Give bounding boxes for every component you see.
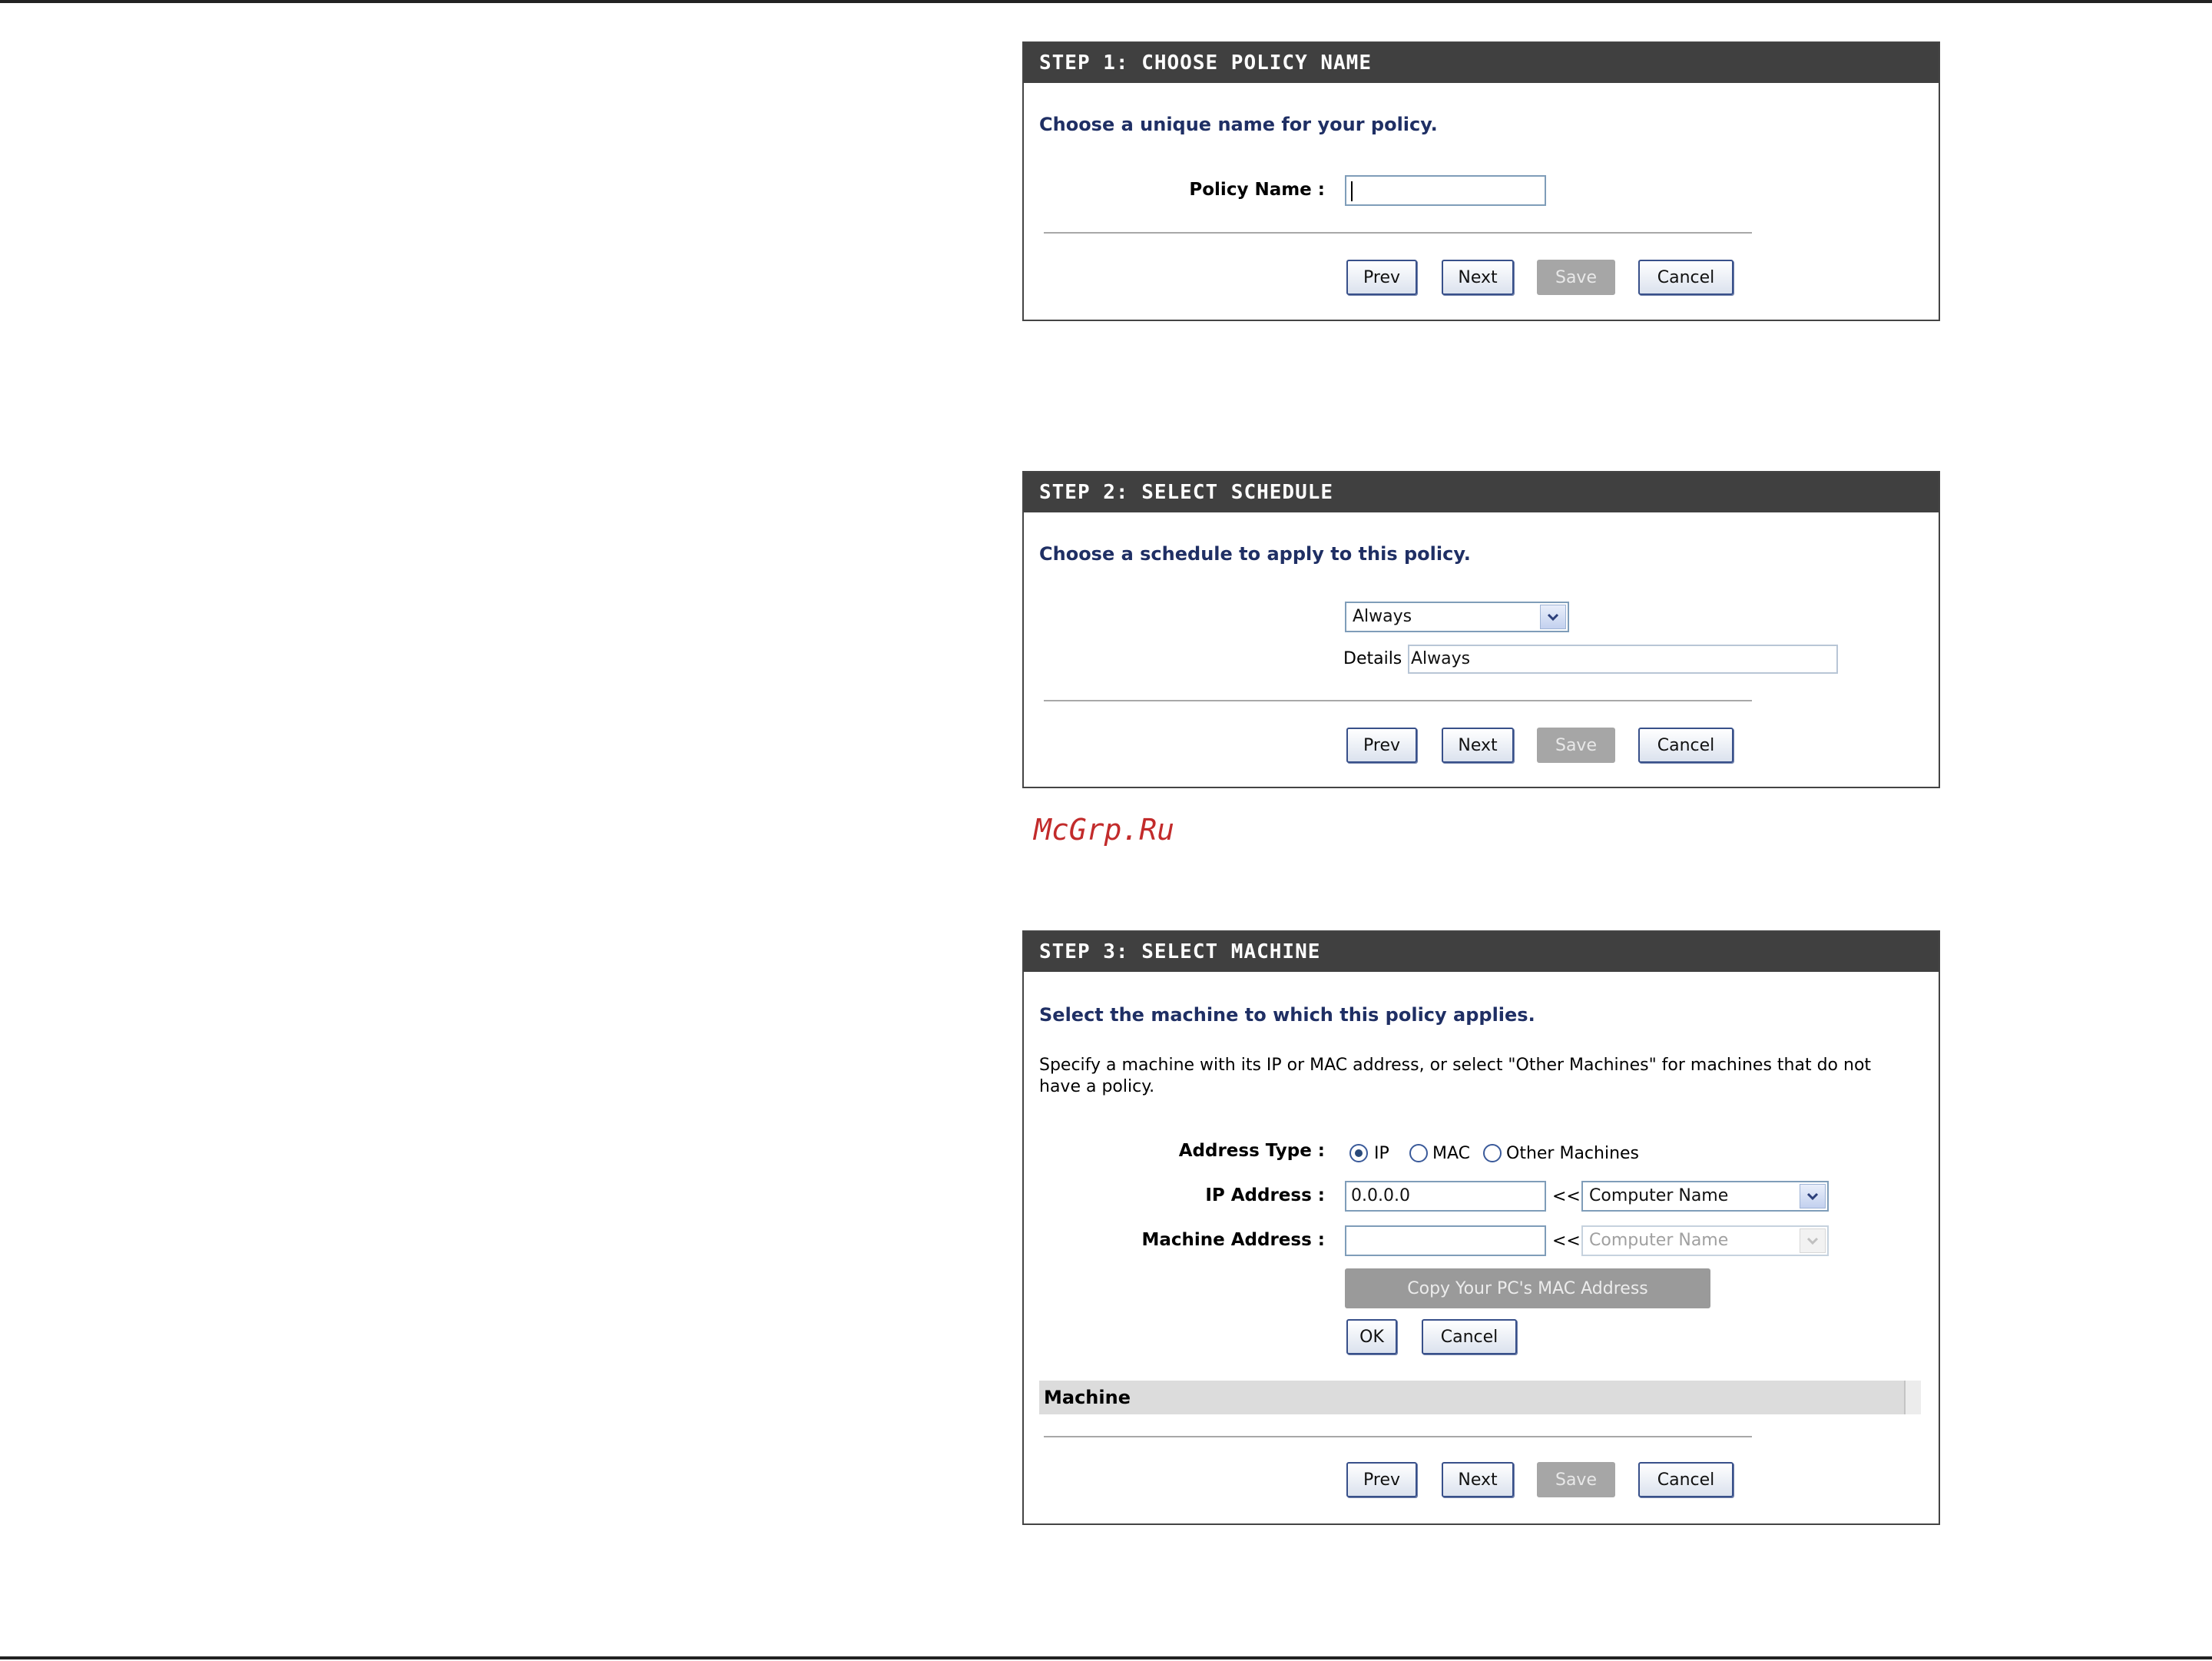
save-button[interactable]: Save bbox=[1537, 260, 1615, 295]
step1-intro: Choose a unique name for your policy. bbox=[1039, 114, 1438, 135]
bottom-rule bbox=[0, 1656, 2212, 1659]
step3-header: STEP 3: SELECT MACHINE bbox=[1024, 932, 1939, 972]
ip-address-label: IP Address : bbox=[1205, 1185, 1325, 1205]
chevron-down-icon bbox=[1800, 1228, 1826, 1253]
next-button[interactable]: Next bbox=[1442, 260, 1514, 295]
machine-address-label: Machine Address : bbox=[1141, 1230, 1325, 1250]
policy-name-label: Policy Name : bbox=[1189, 180, 1325, 200]
prev-button[interactable]: Prev bbox=[1346, 728, 1417, 763]
policy-name-input[interactable] bbox=[1345, 175, 1546, 206]
details-label: Details : bbox=[1343, 649, 1413, 668]
address-type-ip-radio[interactable] bbox=[1349, 1144, 1368, 1162]
details-field: Always bbox=[1408, 645, 1838, 674]
step2-intro: Choose a schedule to apply to this polic… bbox=[1039, 543, 1471, 565]
address-type-ip-label: IP bbox=[1374, 1144, 1389, 1163]
cancel-button[interactable]: Cancel bbox=[1638, 1462, 1734, 1497]
step3-divider bbox=[1044, 1436, 1752, 1437]
step3-panel: STEP 3: SELECT MACHINE Select the machin… bbox=[1022, 930, 1940, 1525]
next-button[interactable]: Next bbox=[1442, 1462, 1514, 1497]
address-type-other-label: Other Machines bbox=[1506, 1144, 1640, 1163]
ip-computer-name-value: Computer Name bbox=[1589, 1186, 1729, 1205]
ok-button[interactable]: OK bbox=[1346, 1319, 1397, 1354]
address-type-other-radio[interactable] bbox=[1483, 1144, 1502, 1162]
copy-mac-address-button[interactable]: Copy Your PC's MAC Address bbox=[1345, 1268, 1710, 1308]
address-type-mac-label: MAC bbox=[1432, 1144, 1471, 1163]
table-scrollbar[interactable] bbox=[1904, 1381, 1921, 1414]
chevron-down-icon[interactable] bbox=[1540, 605, 1566, 629]
ip-copy-arrow: << bbox=[1552, 1187, 1581, 1206]
step1-header: STEP 1: CHOOSE POLICY NAME bbox=[1024, 43, 1939, 83]
machine-address-input[interactable] bbox=[1345, 1225, 1546, 1256]
machine-computer-name-select[interactable]: Computer Name bbox=[1581, 1225, 1829, 1256]
cancel-button[interactable]: Cancel bbox=[1638, 728, 1734, 763]
schedule-select[interactable]: Always bbox=[1345, 602, 1569, 632]
prev-button[interactable]: Prev bbox=[1346, 1462, 1417, 1497]
machine-copy-arrow: << bbox=[1552, 1232, 1581, 1251]
address-type-label: Address Type : bbox=[1178, 1141, 1325, 1161]
step1-panel: STEP 1: CHOOSE POLICY NAME Choose a uniq… bbox=[1022, 41, 1940, 321]
prev-button[interactable]: Prev bbox=[1346, 260, 1417, 295]
ip-address-input[interactable]: 0.0.0.0 bbox=[1345, 1181, 1546, 1212]
step3-intro: Select the machine to which this policy … bbox=[1039, 1004, 1535, 1026]
step1-divider bbox=[1044, 232, 1752, 234]
chevron-down-icon[interactable] bbox=[1800, 1184, 1826, 1208]
step2-header: STEP 2: SELECT SCHEDULE bbox=[1024, 472, 1939, 512]
text-caret bbox=[1351, 181, 1353, 201]
radio-selected-dot bbox=[1355, 1149, 1363, 1157]
next-button[interactable]: Next bbox=[1442, 728, 1514, 763]
ip-address-value: 0.0.0.0 bbox=[1351, 1186, 1410, 1205]
details-value: Always bbox=[1411, 649, 1471, 668]
address-type-mac-radio[interactable] bbox=[1409, 1144, 1428, 1162]
step2-divider bbox=[1044, 700, 1752, 701]
step3-description: Specify a machine with its IP or MAC add… bbox=[1039, 1056, 1872, 1096]
schedule-select-value: Always bbox=[1353, 607, 1412, 626]
cancel-edit-button[interactable]: Cancel bbox=[1422, 1319, 1517, 1354]
ip-computer-name-select[interactable]: Computer Name bbox=[1581, 1181, 1829, 1212]
save-button[interactable]: Save bbox=[1537, 728, 1615, 763]
save-button[interactable]: Save bbox=[1537, 1462, 1615, 1497]
watermark: McGrp.Ru bbox=[1034, 813, 1175, 847]
machine-table-header: Machine bbox=[1039, 1381, 1921, 1414]
cancel-button[interactable]: Cancel bbox=[1638, 260, 1734, 295]
machine-computer-name-value: Computer Name bbox=[1589, 1231, 1729, 1250]
step2-panel: STEP 2: SELECT SCHEDULE Choose a schedul… bbox=[1022, 471, 1940, 788]
top-rule bbox=[0, 0, 2212, 3]
